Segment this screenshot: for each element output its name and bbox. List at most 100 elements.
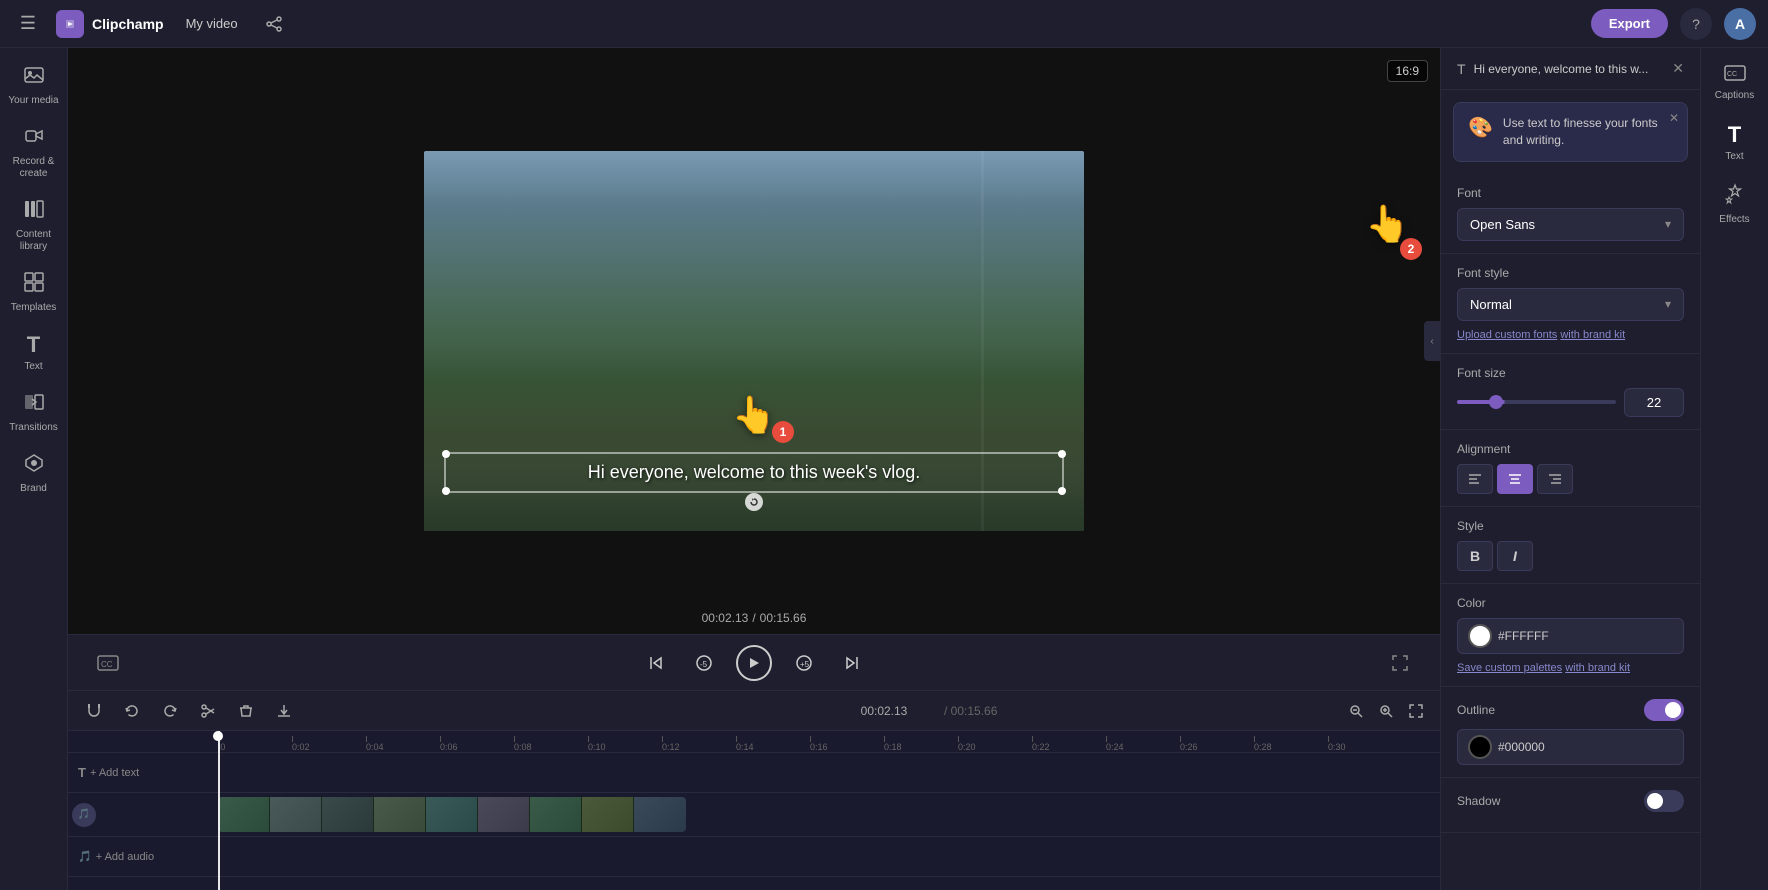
save-palettes-link[interactable]: Save custom palettes with brand kit — [1457, 662, 1684, 674]
share-icon[interactable] — [260, 10, 288, 38]
timeline-ruler: |0 0:02 0:04 0:06 0:08 0:10 0:12 0:14 0:… — [68, 731, 1440, 753]
panel-close-button[interactable]: ✕ — [1672, 60, 1684, 77]
current-time: 00:02.13 — [702, 611, 749, 625]
color-picker-button[interactable]: #FFFFFF — [1457, 618, 1684, 654]
align-center-button[interactable] — [1497, 464, 1533, 494]
skip-to-start-button[interactable] — [640, 647, 672, 679]
upload-custom-fonts-link[interactable]: Upload custom fonts with brand kit — [1457, 329, 1684, 341]
font-tip-popup: 🎨 Use text to finesse your fonts and wri… — [1453, 102, 1688, 162]
panel-title: Hi everyone, welcome to this w... — [1474, 62, 1665, 76]
transitions-icon — [23, 391, 45, 419]
delete-tool[interactable] — [232, 697, 260, 725]
rewind-button[interactable]: -5 — [688, 647, 720, 679]
svg-text:+5: +5 — [800, 660, 810, 669]
panel-header: T Hi everyone, welcome to this w... ✕ — [1441, 48, 1700, 90]
fullscreen-button[interactable] — [1384, 647, 1416, 679]
font-style-value: Normal — [1470, 297, 1512, 312]
font-style-dropdown[interactable]: Normal ▾ — [1457, 288, 1684, 321]
mini-sidebar-text-label: Text — [1725, 151, 1743, 163]
outline-toggle-row: Outline — [1457, 699, 1684, 721]
sidebar-item-record-create[interactable]: Record & create — [4, 117, 64, 188]
right-panel: T Hi everyone, welcome to this w... ✕ 🎨 … — [1440, 48, 1700, 890]
audio-track-label: 🎵 + Add audio — [78, 850, 154, 863]
video-clip[interactable] — [218, 797, 686, 832]
avatar[interactable]: A — [1724, 8, 1756, 40]
font-style-dropdown-arrow: ▾ — [1665, 297, 1671, 311]
mini-right-sidebar: CC Captions T Text Effects — [1700, 48, 1768, 890]
clip-thumbnail — [270, 797, 322, 832]
sidebar-item-label-content-library: Content library — [8, 229, 60, 253]
align-right-button[interactable] — [1537, 464, 1573, 494]
panel-collapse-arrow[interactable]: ‹ — [1424, 321, 1440, 361]
fast-forward-button[interactable]: +5 — [788, 647, 820, 679]
alignment-row — [1457, 464, 1684, 494]
cursor-badge-2: 2 — [1400, 238, 1422, 260]
playback-time-display: 00:02.13 / 00:15.66 — [702, 611, 807, 625]
expand-timeline-button[interactable] — [1404, 699, 1428, 723]
shadow-toggle[interactable] — [1644, 790, 1684, 812]
play-button[interactable] — [736, 645, 772, 681]
color-label: Color — [1457, 596, 1684, 610]
sidebar-item-label-transitions: Transitions — [9, 422, 58, 434]
center-area: 16:9 Hi e — [68, 48, 1440, 890]
mini-sidebar-captions[interactable]: CC Captions — [1705, 56, 1765, 110]
zoom-in-button[interactable] — [1374, 699, 1398, 723]
align-left-button[interactable] — [1457, 464, 1493, 494]
svg-text:CC: CC — [101, 660, 113, 669]
skip-to-end-button[interactable] — [836, 647, 868, 679]
font-dropdown[interactable]: Open Sans ▾ — [1457, 208, 1684, 241]
svg-text:-5: -5 — [700, 660, 708, 669]
font-label: Font — [1457, 186, 1684, 200]
sidebar-item-brand-kit[interactable]: Brand — [4, 444, 64, 503]
mini-sidebar-effects[interactable]: Effects — [1705, 175, 1765, 234]
mini-sidebar-text[interactable]: T Text — [1705, 114, 1765, 171]
help-icon[interactable]: ? — [1680, 8, 1712, 40]
clip-thumbnail — [322, 797, 374, 832]
app-name: Clipchamp — [92, 16, 164, 32]
templates-icon — [23, 271, 45, 299]
resize-handle-tr[interactable] — [1058, 450, 1066, 458]
outline-hex-value: #000000 — [1498, 740, 1545, 754]
sidebar-item-templates[interactable]: Templates — [4, 263, 64, 322]
color-hex-value: #FFFFFF — [1498, 629, 1549, 643]
clip-thumbnail — [426, 797, 478, 832]
zoom-out-button[interactable] — [1344, 699, 1368, 723]
topbar: ☰ Clipchamp My video Export ? A — [0, 0, 1768, 48]
mini-sidebar-effects-label: Effects — [1719, 214, 1749, 226]
timeline-tracks-container: |0 0:02 0:04 0:06 0:08 0:10 0:12 0:14 0:… — [68, 731, 1440, 890]
sidebar-item-label-record-create: Record & create — [8, 156, 60, 180]
font-size-input[interactable]: 22 — [1624, 388, 1684, 417]
timeline-toolbar: 00:02.13 / 00:15.66 — [68, 691, 1440, 731]
color-swatch — [1468, 624, 1492, 648]
text-panel-icon: T — [1457, 61, 1466, 77]
sidebar-item-text[interactable]: T Text — [4, 324, 64, 381]
text-track: T + Add text — [68, 753, 1440, 793]
sidebar-item-transitions[interactable]: Transitions — [4, 383, 64, 442]
redo-button[interactable] — [156, 697, 184, 725]
sidebar-item-your-media[interactable]: Your media — [4, 56, 64, 115]
download-tool[interactable] — [270, 697, 298, 725]
undo-button[interactable] — [118, 697, 146, 725]
magnet-tool[interactable] — [80, 697, 108, 725]
clip-thumbnail — [218, 797, 270, 832]
timeline-timecode: 00:02.13 — [861, 704, 908, 718]
font-size-slider[interactable] — [1457, 400, 1616, 404]
outline-toggle[interactable] — [1644, 699, 1684, 721]
hamburger-menu-icon[interactable]: ☰ — [12, 8, 44, 40]
tip-close-button[interactable]: ✕ — [1669, 111, 1679, 125]
sidebar-item-content-library[interactable]: Content library — [4, 190, 64, 261]
cut-tool[interactable] — [194, 697, 222, 725]
shadow-toggle-row: Shadow — [1457, 790, 1684, 812]
resize-handle-br[interactable] — [1058, 487, 1066, 495]
rotate-handle[interactable] — [745, 493, 763, 511]
italic-button[interactable]: I — [1497, 541, 1533, 571]
export-button[interactable]: Export — [1591, 9, 1668, 38]
video-title[interactable]: My video — [176, 12, 248, 35]
outline-toggle-knob — [1665, 702, 1681, 718]
outline-color-button[interactable]: #000000 — [1457, 729, 1684, 765]
resize-handle-tl[interactable] — [442, 450, 450, 458]
captions-button[interactable]: CC — [92, 647, 124, 679]
text-track-label: T + Add text — [78, 765, 139, 780]
resize-handle-bl[interactable] — [442, 487, 450, 495]
bold-button[interactable]: B — [1457, 541, 1493, 571]
